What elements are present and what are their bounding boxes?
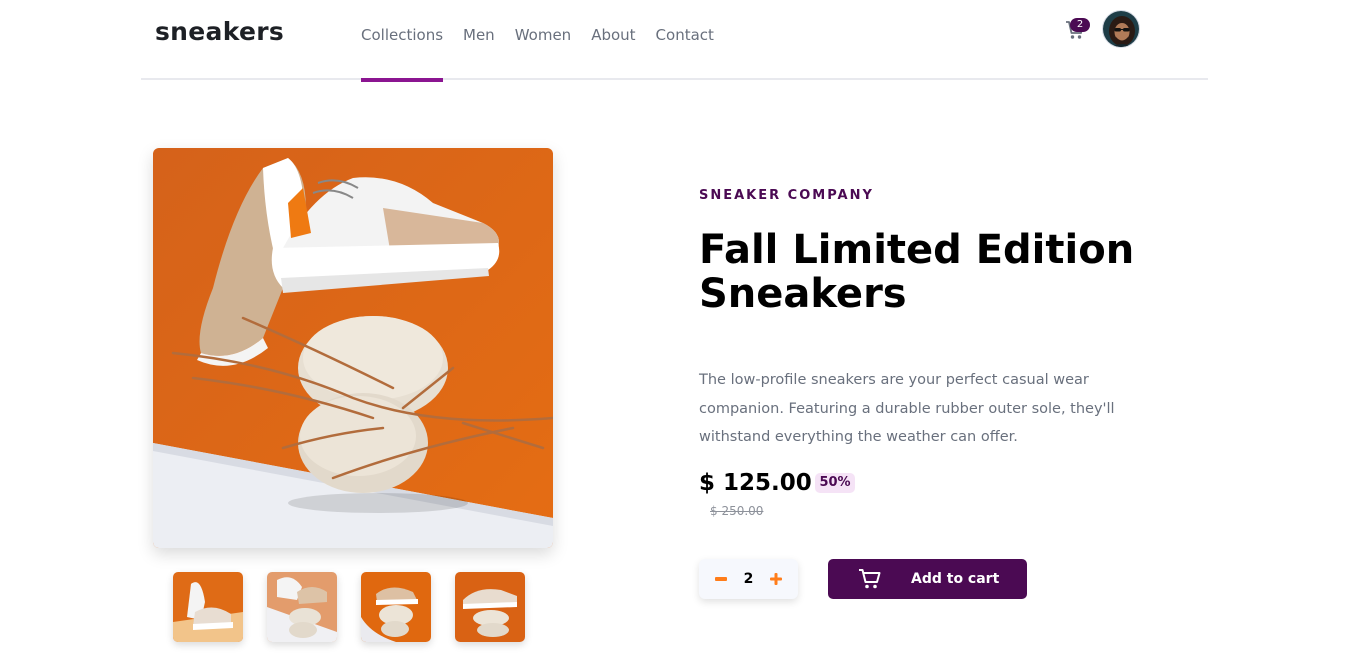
increase-quantity-button[interactable] (760, 559, 792, 599)
nav-collections[interactable]: Collections (361, 0, 444, 82)
decrease-quantity-button[interactable] (705, 559, 737, 599)
original-price: $ 250.00 (710, 504, 764, 518)
brand-label: SNEAKER COMPANY (699, 188, 874, 203)
cart-icon (859, 569, 881, 589)
quantity-stepper: 2 (699, 559, 798, 599)
nav-contact[interactable]: Contact (656, 0, 714, 80)
thumbnail-4[interactable] (455, 572, 525, 642)
avatar[interactable] (1102, 10, 1140, 48)
thumbnail-2[interactable] (267, 572, 337, 642)
minus-icon (715, 577, 727, 581)
thumbnail-strip (173, 572, 549, 642)
add-to-cart-label: Add to cart (911, 571, 1000, 587)
main-nav: Collections Men Women About Contact (361, 0, 734, 82)
site-header: sneakers Collections Men Women About Con… (141, 0, 1208, 82)
product-description: The low-profile sneakers are your perfec… (699, 372, 1115, 445)
nav-about[interactable]: About (591, 0, 635, 80)
cart-count-badge: 2 (1070, 18, 1090, 32)
product-image[interactable] (153, 148, 553, 548)
nav-women[interactable]: Women (515, 0, 571, 80)
discount-badge: 50% (815, 473, 855, 493)
thumbnail-3[interactable] (361, 572, 431, 642)
thumbnail-1[interactable] (173, 572, 243, 642)
logo[interactable]: sneakers (155, 17, 284, 46)
current-price: $ 125.00 (699, 470, 812, 496)
add-to-cart-button[interactable]: Add to cart (828, 559, 1027, 599)
plus-icon (770, 573, 782, 585)
product-title: Fall Limited Edition Sneakers (699, 227, 1135, 317)
nav-men[interactable]: Men (463, 0, 495, 80)
